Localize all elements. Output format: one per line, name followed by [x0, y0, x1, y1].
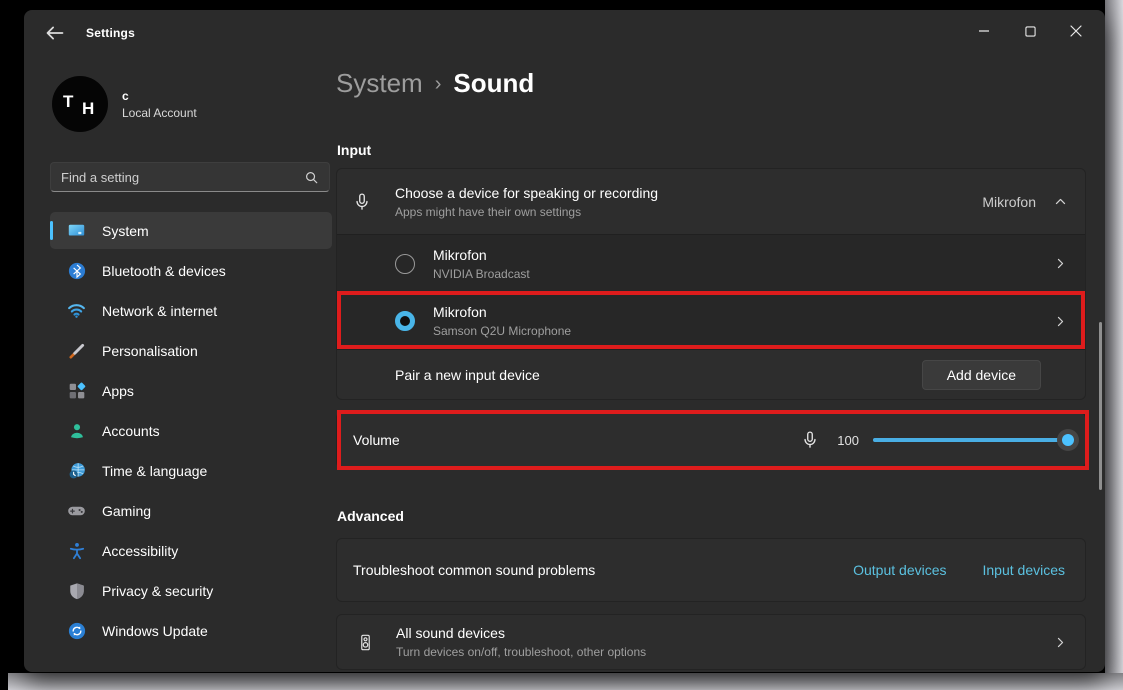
sidebar-item-label: Bluetooth & devices: [102, 263, 226, 279]
device-description: Samson Q2U Microphone: [433, 324, 571, 338]
apps-icon: [67, 381, 86, 400]
gaming-icon: [67, 501, 86, 520]
sidebar-item-label: Gaming: [102, 503, 151, 519]
sidebar-item-system[interactable]: System: [50, 212, 332, 249]
back-button[interactable]: [44, 23, 66, 43]
device-name: Mikrofon: [433, 247, 530, 263]
chevron-up-icon[interactable]: [1054, 195, 1067, 208]
microphone-icon: [353, 193, 371, 211]
sidebar-item-label: Personalisation: [102, 343, 198, 359]
app-title: Settings: [86, 26, 135, 40]
sidebar-item-windows-update[interactable]: Windows Update: [50, 612, 332, 649]
desktop-edge-bottom: [8, 673, 1123, 690]
sidebar-item-label: Apps: [102, 383, 134, 399]
pair-device-row: Pair a new input device Add device: [337, 350, 1085, 399]
sidebar-item-accounts[interactable]: Accounts: [50, 412, 332, 449]
bluetooth-icon: [67, 261, 86, 280]
choose-device-title: Choose a device for speaking or recordin…: [395, 185, 658, 201]
input-devices-link[interactable]: Input devices: [983, 562, 1066, 578]
avatar: T H: [52, 76, 108, 132]
breadcrumb-separator: ›: [435, 71, 442, 96]
personalisation-icon: [67, 341, 86, 360]
add-device-button[interactable]: Add device: [922, 360, 1041, 390]
breadcrumb-system[interactable]: System: [336, 68, 423, 99]
scrollbar[interactable]: [1099, 322, 1102, 490]
sidebar-item-personalisation[interactable]: Personalisation: [50, 332, 332, 369]
chevron-right-icon: [1054, 257, 1067, 270]
sidebar-item-time-language[interactable]: Time & language: [50, 452, 332, 489]
sidebar-item-gaming[interactable]: Gaming: [50, 492, 332, 529]
selected-device-value: Mikrofon: [982, 194, 1036, 210]
sidebar-item-privacy-security[interactable]: Privacy & security: [50, 572, 332, 609]
sidebar-item-label: Accounts: [102, 423, 160, 439]
microphone-icon[interactable]: [801, 431, 819, 449]
radio-selected[interactable]: [395, 311, 415, 331]
device-row-nvidia[interactable]: Mikrofon NVIDIA Broadcast: [337, 235, 1085, 293]
settings-window: Settings T H c Local Account: [24, 10, 1105, 672]
main-content: System › Sound Input Choose a device for…: [336, 10, 1088, 672]
sidebar-item-label: System: [102, 223, 149, 239]
volume-value: 100: [833, 433, 859, 448]
accessibility-icon: [67, 541, 86, 560]
sidebar-item-bluetooth-devices[interactable]: Bluetooth & devices: [50, 252, 332, 289]
account-name: c: [122, 89, 197, 103]
choose-device-subtitle: Apps might have their own settings: [395, 205, 658, 219]
device-row-samson[interactable]: Mikrofon Samson Q2U Microphone: [337, 293, 1085, 351]
sidebar-item-network-internet[interactable]: Network & internet: [50, 292, 332, 329]
device-name: Mikrofon: [433, 304, 571, 320]
choose-device-row[interactable]: Choose a device for speaking or recordin…: [337, 169, 1085, 235]
sidebar-item-label: Network & internet: [102, 303, 217, 319]
radio-unselected[interactable]: [395, 254, 415, 274]
sidebar-item-apps[interactable]: Apps: [50, 372, 332, 409]
windows-update-icon: [67, 621, 86, 640]
all-devices-subtitle: Turn devices on/off, troubleshoot, other…: [396, 645, 646, 659]
network-icon: [67, 301, 86, 320]
volume-label: Volume: [353, 432, 400, 448]
troubleshoot-card: Troubleshoot common sound problems Outpu…: [336, 538, 1086, 602]
sidebar-item-label: Time & language: [102, 463, 207, 479]
time-language-icon: [67, 461, 86, 480]
volume-card: Volume 100: [336, 412, 1086, 468]
system-icon: [67, 221, 86, 240]
chevron-right-icon: [1054, 636, 1067, 649]
search-icon: [304, 170, 319, 185]
account-card[interactable]: T H c Local Account: [52, 76, 197, 132]
volume-slider[interactable]: [873, 430, 1069, 450]
page-title: Sound: [453, 68, 534, 99]
sidebar-item-label: Accessibility: [102, 543, 178, 559]
privacy-security-icon: [67, 581, 86, 600]
speaker-icon: [357, 634, 374, 651]
desktop-edge-right: [1105, 0, 1123, 690]
all-devices-title: All sound devices: [396, 625, 646, 641]
advanced-section-label: Advanced: [337, 508, 404, 524]
slider-fill: [873, 438, 1069, 442]
slider-thumb[interactable]: [1057, 429, 1079, 451]
sidebar: System Bluetooth & devices Network & int…: [50, 212, 332, 652]
input-section-label: Input: [337, 142, 371, 158]
troubleshoot-title: Troubleshoot common sound problems: [353, 562, 595, 578]
accounts-icon: [67, 421, 86, 440]
sidebar-item-label: Privacy & security: [102, 583, 213, 599]
input-device-card: Choose a device for speaking or recordin…: [336, 168, 1086, 400]
chevron-right-icon: [1054, 315, 1067, 328]
search-input[interactable]: [61, 170, 304, 185]
avatar-initial: T: [63, 92, 73, 112]
account-type: Local Account: [122, 106, 197, 120]
search-box[interactable]: [50, 162, 330, 192]
output-devices-link[interactable]: Output devices: [853, 562, 946, 578]
back-arrow-icon: [44, 23, 66, 43]
all-sound-devices-card[interactable]: All sound devices Turn devices on/off, t…: [336, 614, 1086, 670]
breadcrumb: System › Sound: [336, 68, 534, 99]
device-description: NVIDIA Broadcast: [433, 267, 530, 281]
avatar-initial: H: [82, 99, 94, 119]
sidebar-item-accessibility[interactable]: Accessibility: [50, 532, 332, 569]
sidebar-item-label: Windows Update: [102, 623, 208, 639]
pair-device-label: Pair a new input device: [395, 367, 540, 383]
